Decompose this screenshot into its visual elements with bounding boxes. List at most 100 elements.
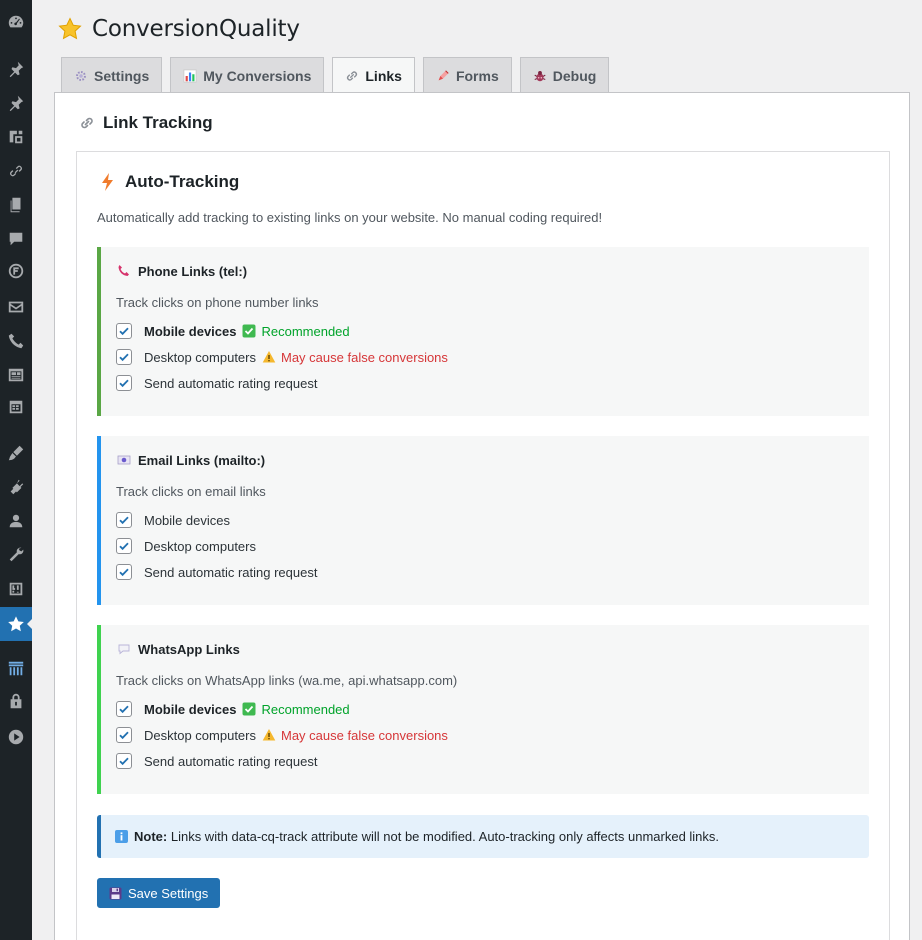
lock-icon[interactable]	[5, 690, 27, 712]
whatsapp-desktop-label: Desktop computers	[144, 727, 256, 743]
email-desktop-label: Desktop computers	[144, 538, 256, 554]
section-title: Link Tracking	[79, 113, 213, 133]
recommended-badge: Recommended	[242, 323, 350, 339]
email-desktop-option: Desktop computers	[116, 538, 869, 554]
links-panel: Link Tracking Auto-Tracking Automaticall…	[54, 92, 910, 940]
warning-icon	[262, 351, 276, 363]
note-label: Note:	[134, 829, 168, 844]
layout-icon[interactable]	[5, 364, 27, 386]
email-envelope-icon	[116, 452, 132, 468]
phone-icon[interactable]	[5, 330, 27, 352]
email-links-header: Email Links (mailto:)	[116, 452, 869, 468]
save-settings-button[interactable]: Save Settings	[97, 878, 221, 908]
email-rating-option: Send automatic rating request	[116, 564, 869, 580]
email-mobile-label: Mobile devices	[144, 512, 230, 528]
info-note: Note: Links with data-cq-track attribute…	[97, 815, 869, 858]
whatsapp-mobile-option: Mobile devices Recommended	[116, 701, 869, 717]
whatsapp-links-description: Track clicks on WhatsApp links (wa.me, a…	[116, 673, 458, 688]
note-text: Links with data-cq-track attribute will …	[170, 829, 720, 844]
phone-desktop-label: Desktop computers	[144, 349, 256, 365]
bar-chart-icon	[183, 68, 197, 83]
auto-tracking-title: Auto-Tracking	[101, 172, 239, 192]
tab-forms[interactable]: Forms	[422, 57, 512, 93]
form-icon	[436, 69, 450, 83]
whatsapp-links-title: WhatsApp Links	[138, 641, 240, 657]
stats-bars-icon[interactable]	[5, 658, 27, 680]
phone-mobile-option: Mobile devices Recommended	[116, 323, 869, 339]
tab-debug-label: Debug	[552, 67, 597, 84]
email-links-group: Email Links (mailto:) Track clicks on em…	[97, 436, 869, 605]
comments-icon[interactable]	[5, 228, 27, 250]
plugins-icon[interactable]	[5, 476, 27, 498]
phone-rating-label: Send automatic rating request	[144, 375, 318, 391]
whatsapp-mobile-label: Mobile devices	[144, 701, 237, 717]
warning-badge: May cause false conversions	[262, 728, 448, 743]
appearance-brush-icon[interactable]	[5, 442, 27, 464]
phone-mobile-label: Mobile devices	[144, 323, 237, 339]
users-icon[interactable]	[5, 510, 27, 532]
email-mobile-option: Mobile devices	[116, 512, 869, 528]
phone-rating-checkbox[interactable]	[116, 375, 132, 391]
pin-icon[interactable]	[5, 92, 27, 114]
lightning-icon	[101, 173, 115, 191]
media-icon[interactable]	[5, 126, 27, 148]
page-header: ConversionQuality	[58, 16, 300, 42]
whatsapp-links-group: WhatsApp Links Track clicks on WhatsApp …	[97, 625, 869, 794]
email-rating-checkbox[interactable]	[116, 564, 132, 580]
warning-badge: May cause false conversions	[262, 350, 448, 365]
info-icon	[115, 830, 128, 843]
forms-circle-icon[interactable]	[5, 260, 27, 282]
posts-pin-icon[interactable]	[5, 58, 27, 80]
play-circle-icon[interactable]	[5, 726, 27, 748]
tab-my-conversions[interactable]: My Conversions	[170, 57, 325, 93]
recommended-text: Recommended	[261, 323, 350, 339]
whatsapp-desktop-option: Desktop computers May cause false conver…	[116, 727, 869, 743]
auto-tracking-card: Auto-Tracking Automatically add tracking…	[76, 151, 890, 940]
phone-desktop-option: Desktop computers May cause false conver…	[116, 349, 869, 365]
section-title-text: Link Tracking	[103, 113, 213, 132]
check-mark-icon	[242, 702, 256, 716]
phone-mobile-checkbox[interactable]	[116, 323, 132, 339]
whatsapp-desktop-checkbox[interactable]	[116, 727, 132, 743]
page-title: ConversionQuality	[92, 16, 300, 42]
phone-links-header: Phone Links (tel:)	[116, 263, 869, 279]
tab-settings[interactable]: Settings	[61, 57, 163, 93]
whatsapp-rating-option: Send automatic rating request	[116, 753, 869, 769]
conversionquality-star-icon[interactable]	[5, 613, 27, 635]
whatsapp-mobile-checkbox[interactable]	[116, 701, 132, 717]
auto-tracking-description: Automatically add tracking to existing l…	[97, 210, 603, 225]
recommended-text: Recommended	[261, 701, 350, 717]
email-links-title: Email Links (mailto:)	[138, 452, 266, 468]
email-links-description: Track clicks on email links	[116, 484, 266, 499]
phone-rating-option: Send automatic rating request	[116, 375, 869, 391]
tab-debug[interactable]: Debug	[519, 57, 610, 93]
tab-my-conversions-label: My Conversions	[203, 67, 312, 84]
phone-links-title: Phone Links (tel:)	[138, 263, 248, 279]
speech-bubble-icon	[116, 641, 132, 657]
link-icon	[79, 115, 95, 131]
phone-links-description: Track clicks on phone number links	[116, 295, 319, 310]
links-chain-icon[interactable]	[5, 160, 27, 182]
tools-wrench-icon[interactable]	[5, 544, 27, 566]
star-icon	[58, 17, 82, 41]
tab-links[interactable]: Links	[332, 57, 415, 94]
admin-sidebar	[0, 0, 33, 940]
check-mark-icon	[242, 324, 256, 338]
bug-icon	[533, 69, 547, 83]
whatsapp-rating-checkbox[interactable]	[116, 753, 132, 769]
mail-icon[interactable]	[5, 296, 27, 318]
email-desktop-checkbox[interactable]	[116, 538, 132, 554]
phone-desktop-checkbox[interactable]	[116, 349, 132, 365]
whatsapp-links-header: WhatsApp Links	[116, 641, 869, 657]
dashboard-icon[interactable]	[5, 11, 27, 33]
link-icon	[345, 69, 359, 83]
email-rating-label: Send automatic rating request	[144, 564, 318, 580]
tab-bar: Settings My Conversions Links Forms Debu…	[61, 57, 610, 94]
settings-sliders-icon[interactable]	[5, 578, 27, 600]
floppy-disk-icon	[109, 887, 122, 900]
tab-links-label: Links	[365, 68, 402, 84]
email-mobile-checkbox[interactable]	[116, 512, 132, 528]
recommended-badge: Recommended	[242, 701, 350, 717]
pages-icon[interactable]	[5, 194, 27, 216]
calendar-icon[interactable]	[5, 396, 27, 418]
